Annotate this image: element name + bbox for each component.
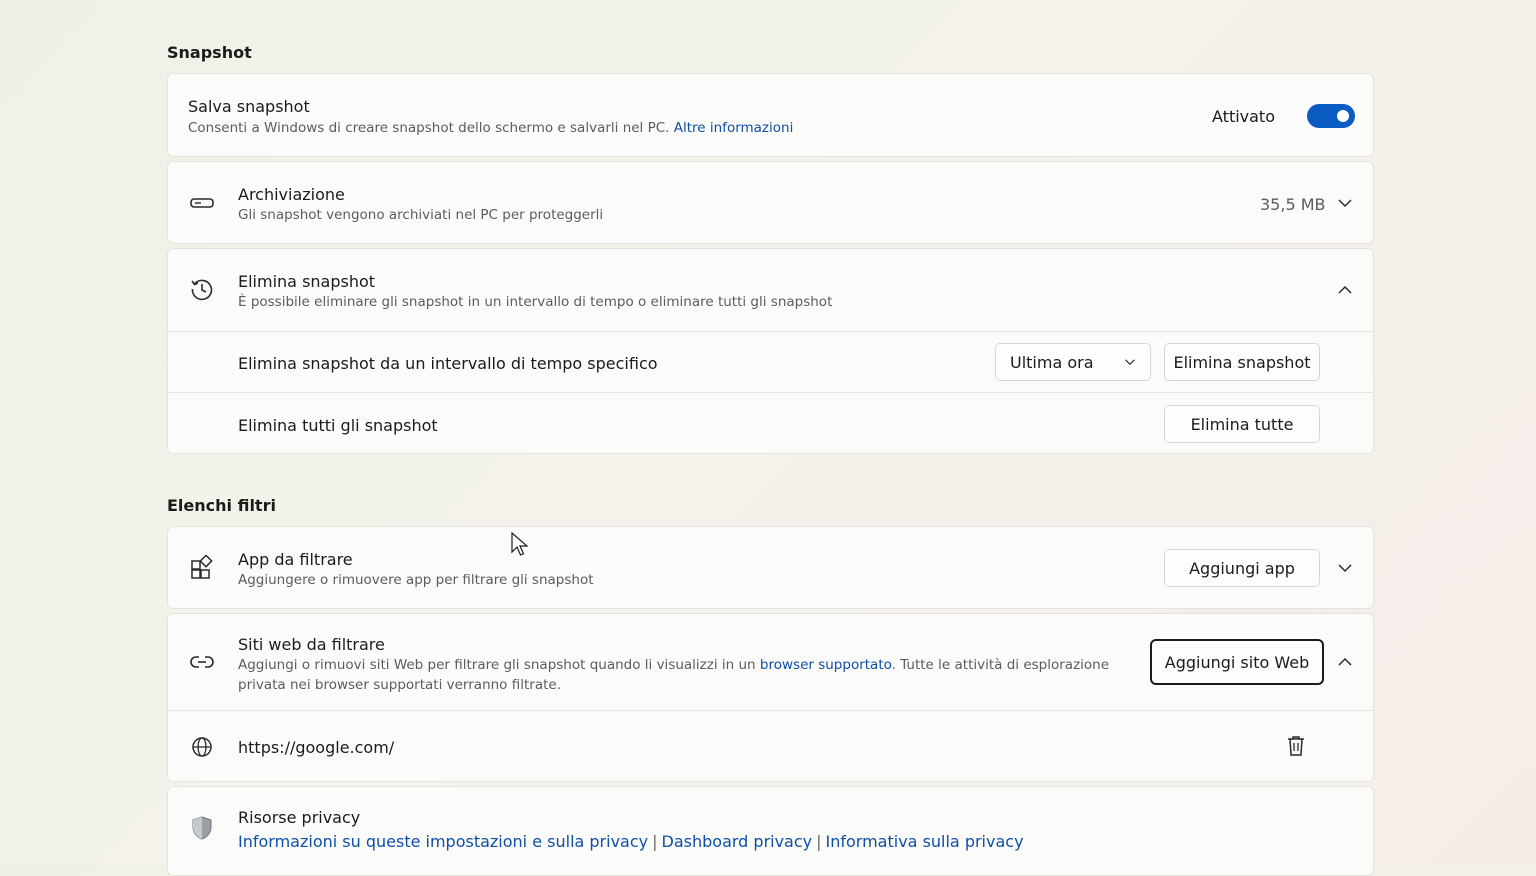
mouse-cursor-icon bbox=[511, 532, 529, 556]
save-snapshot-desc: Consenti a Windows di creare snapshot de… bbox=[188, 118, 793, 138]
sites-filter-card: Siti web da filtrare Aggiungi o rimuovi … bbox=[167, 613, 1374, 782]
delete-snapshot-desc: È possibile eliminare gli snapshot in un… bbox=[238, 294, 833, 310]
apps-filter-card: App da filtrare Aggiungere o rimuovere a… bbox=[167, 526, 1374, 609]
privacy-links: Informazioni su queste impostazioni e su… bbox=[238, 832, 1024, 851]
website-entry: https://google.com/ bbox=[238, 738, 395, 757]
chevron-down-icon[interactable] bbox=[1337, 195, 1353, 211]
section-heading-snapshot: Snapshot bbox=[167, 43, 252, 62]
save-snapshot-toggle[interactable] bbox=[1307, 104, 1355, 128]
storage-card[interactable]: Archiviazione Gli snapshot vengono archi… bbox=[167, 161, 1374, 244]
chevron-down-icon bbox=[1125, 359, 1135, 366]
sites-desc-text-2: . Tutte le attività di esplorazione bbox=[891, 657, 1110, 673]
storage-size: 35,5 MB bbox=[1260, 195, 1326, 214]
privacy-settings-link[interactable]: Informazioni su queste impostazioni e su… bbox=[238, 832, 648, 851]
apps-icon bbox=[191, 555, 213, 579]
privacy-dashboard-link[interactable]: Dashboard privacy bbox=[662, 832, 813, 851]
section-heading-filters: Elenchi filtri bbox=[167, 496, 276, 515]
delete-snapshot-title: Elimina snapshot bbox=[238, 272, 376, 291]
sites-filter-desc-line1: Aggiungi o rimuovi siti Web per filtrare… bbox=[238, 655, 1109, 675]
delete-range-label: Elimina snapshot da un intervallo di tem… bbox=[238, 354, 658, 373]
chevron-up-icon[interactable] bbox=[1337, 654, 1353, 670]
sites-filter-title: Siti web da filtrare bbox=[238, 635, 385, 654]
link-icon bbox=[190, 656, 214, 668]
time-range-value: Ultima ora bbox=[1010, 352, 1094, 372]
privacy-resources-card: Risorse privacy Informazioni su queste i… bbox=[167, 786, 1374, 876]
sites-filter-desc-line2: privata nei browser supportati verranno … bbox=[238, 677, 561, 693]
shield-icon bbox=[192, 816, 212, 840]
supported-browser-link[interactable]: browser supportato bbox=[760, 657, 892, 673]
delete-icon[interactable] bbox=[1283, 733, 1309, 759]
history-icon bbox=[191, 279, 213, 301]
globe-icon bbox=[192, 737, 212, 757]
more-info-link[interactable]: Altre informazioni bbox=[674, 120, 794, 136]
add-website-button[interactable]: Aggiungi sito Web bbox=[1150, 639, 1324, 685]
add-app-button[interactable]: Aggiungi app bbox=[1164, 549, 1320, 587]
storage-desc: Gli snapshot vengono archiviati nel PC p… bbox=[238, 207, 604, 223]
delete-range-button[interactable]: Elimina snapshot bbox=[1164, 343, 1320, 381]
storage-icon bbox=[190, 198, 214, 208]
apps-filter-title: App da filtrare bbox=[238, 550, 353, 569]
storage-title: Archiviazione bbox=[238, 185, 345, 204]
time-range-select[interactable]: Ultima ora bbox=[995, 343, 1151, 381]
chevron-up-icon[interactable] bbox=[1337, 282, 1353, 298]
apps-filter-desc: Aggiungere o rimuovere app per filtrare … bbox=[238, 572, 594, 588]
delete-snapshot-card: Elimina snapshot È possibile eliminare g… bbox=[167, 248, 1374, 454]
save-snapshot-card: Salva snapshot Consenti a Windows di cre… bbox=[167, 73, 1374, 157]
chevron-down-icon[interactable] bbox=[1337, 560, 1353, 576]
toggle-state-label: Attivato bbox=[1212, 107, 1275, 126]
sites-desc-text-1: Aggiungi o rimuovi siti Web per filtrare… bbox=[238, 657, 756, 673]
privacy-resources-title: Risorse privacy bbox=[238, 808, 361, 827]
delete-all-button[interactable]: Elimina tutte bbox=[1164, 405, 1320, 443]
privacy-statement-link[interactable]: Informativa sulla privacy bbox=[826, 832, 1024, 851]
save-snapshot-desc-text: Consenti a Windows di creare snapshot de… bbox=[188, 120, 670, 136]
delete-all-label: Elimina tutti gli snapshot bbox=[238, 416, 438, 435]
save-snapshot-title: Salva snapshot bbox=[188, 97, 310, 116]
